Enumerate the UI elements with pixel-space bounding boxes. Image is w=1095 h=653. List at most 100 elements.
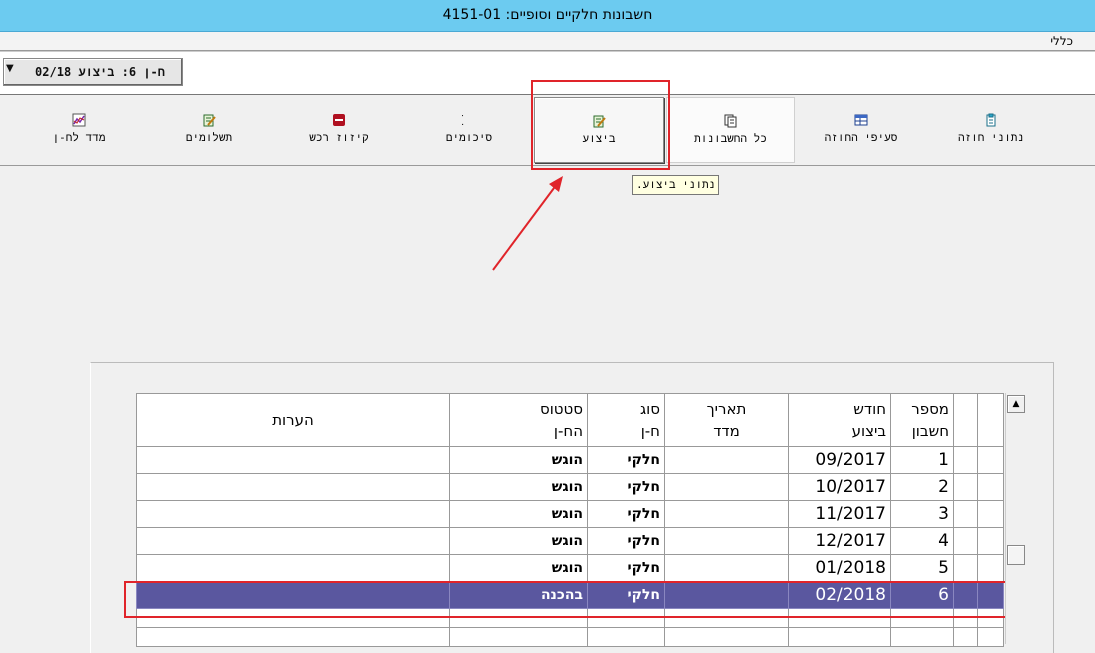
cell-notes[interactable] (136, 527, 450, 555)
cell-status[interactable]: בהכנה (449, 581, 588, 609)
table-row[interactable]: הוגש חלקי 10/2017 2 (136, 473, 1004, 501)
cell-empty[interactable] (587, 608, 665, 628)
cell-account-no[interactable]: 2 (890, 473, 954, 501)
all-accounts-button[interactable]: כל החשבונות (666, 97, 795, 163)
arrow-annotation-icon (492, 176, 563, 271)
property-deduction-button[interactable]: קיזוז רכש (274, 97, 404, 161)
table-row[interactable]: הוגש חלקי 12/2017 4 (136, 527, 1004, 555)
table-row[interactable]: הוגש חלקי 11/2017 3 (136, 500, 1004, 528)
scroll-thumb[interactable] (1007, 545, 1025, 565)
cell-exec-month[interactable]: 12/2017 (788, 527, 891, 555)
cell-blank (953, 527, 978, 555)
contract-data-label: נתוני חוזה (957, 131, 1025, 144)
header-status[interactable]: סטטוס הח-ן (449, 393, 588, 447)
cell-blank (953, 473, 978, 501)
cell-blank (953, 500, 978, 528)
summaries-button[interactable]: Σ סיכומים (404, 97, 534, 161)
cell-notes[interactable] (136, 446, 450, 474)
cell-account-no[interactable]: 6 (890, 581, 954, 609)
table-row[interactable]: הוגש חלקי 01/2018 5 (136, 554, 1004, 582)
cell-empty[interactable] (788, 608, 891, 628)
cell-status[interactable]: הוגש (449, 446, 588, 474)
cell-index-date[interactable] (664, 473, 789, 501)
window-title: חשבונות חלקיים וסופיים: 4151-01 (0, 0, 1095, 32)
cell-type[interactable]: חלקי (587, 500, 665, 528)
cell-blank (977, 554, 1004, 582)
svg-text:Σ: Σ (462, 114, 464, 127)
cell-empty (953, 608, 978, 628)
cell-status[interactable]: הוגש (449, 500, 588, 528)
cell-blank (977, 446, 1004, 474)
chevron-down-icon[interactable]: ▼ (6, 63, 14, 74)
cell-blank (953, 581, 978, 609)
account-selector-dropdown[interactable]: ▼ ח-ן 6: ביצוע 02/18 (3, 58, 183, 86)
execution-tooltip: נתוני ביצוע. (632, 175, 720, 195)
header-index-date[interactable]: תאריך מדד (664, 393, 789, 447)
cell-status[interactable]: הוגש (449, 554, 588, 582)
toolbar: נתוני חוזה סעיפי החוזה כל החשבונות ביצוע… (0, 95, 1095, 166)
contract-data-button[interactable]: נתוני חוזה (926, 97, 1056, 161)
header-notes[interactable]: הערות (136, 393, 450, 447)
edit-document-icon (203, 114, 216, 127)
cell-type[interactable]: חלקי (587, 554, 665, 582)
table-row-empty[interactable] (136, 608, 1004, 628)
cell-empty[interactable] (136, 608, 450, 628)
cell-index-date[interactable] (664, 527, 789, 555)
execution-button[interactable]: ביצוע (534, 97, 664, 163)
property-deduction-label: קיזוז רכש (309, 131, 369, 144)
cell-account-no[interactable]: 4 (890, 527, 954, 555)
cell-blank (977, 581, 1004, 609)
cell-index-date[interactable] (664, 500, 789, 528)
cell-empty[interactable] (890, 608, 954, 628)
cell-status[interactable]: הוגש (449, 527, 588, 555)
cell-notes[interactable] (136, 473, 450, 501)
index-account-button[interactable]: מדד לח-ן (14, 97, 144, 161)
cell-notes[interactable] (136, 554, 450, 582)
contract-items-label: סעיפי החוזה (824, 131, 898, 144)
cell-account-no[interactable]: 3 (890, 500, 954, 528)
cell-exec-month[interactable]: 10/2017 (788, 473, 891, 501)
header-blank-2 (977, 393, 1004, 447)
cell-blank (953, 554, 978, 582)
account-selector-strip: ▼ ח-ן 6: ביצוע 02/18 (0, 51, 1095, 95)
payments-button[interactable]: תשלומים (144, 97, 274, 161)
cell-exec-month[interactable]: 09/2017 (788, 446, 891, 474)
documents-stack-icon (724, 114, 736, 128)
table-row-selected[interactable]: בהכנה חלקי 02/2018 6 (136, 581, 1004, 609)
sigma-icon: Σ (462, 114, 464, 127)
cell-index-date[interactable] (664, 446, 789, 474)
cell-blank (977, 473, 1004, 501)
cell-empty[interactable] (449, 608, 588, 628)
cell-type[interactable]: חלקי (587, 473, 665, 501)
cell-notes[interactable] (136, 500, 450, 528)
stop-icon (333, 114, 345, 126)
header-account-no[interactable]: מספר חשבון (890, 393, 954, 447)
cell-status[interactable]: הוגש (449, 473, 588, 501)
header-exec-month[interactable]: חודש ביצוע (788, 393, 891, 447)
cell-account-no[interactable]: 1 (890, 446, 954, 474)
cell-exec-month[interactable]: 02/2018 (788, 581, 891, 609)
all-accounts-label: כל החשבונות (694, 132, 767, 145)
chart-icon (72, 113, 86, 127)
table-scrollbar[interactable]: ▲ (1005, 393, 1025, 644)
header-type[interactable]: סוג ח-ן (587, 393, 665, 447)
cell-exec-month[interactable]: 01/2018 (788, 554, 891, 582)
cell-type[interactable]: חלקי (587, 527, 665, 555)
cell-notes[interactable] (136, 581, 450, 609)
payments-label: תשלומים (185, 131, 233, 144)
cell-empty (977, 608, 1004, 628)
edit-document-icon (593, 115, 606, 128)
cell-exec-month[interactable]: 11/2017 (788, 500, 891, 528)
cell-index-date[interactable] (664, 581, 789, 609)
cell-type[interactable]: חלקי (587, 446, 665, 474)
execution-label: ביצוע (582, 132, 616, 145)
scroll-up-arrow-icon[interactable]: ▲ (1007, 395, 1025, 413)
cell-empty[interactable] (664, 608, 789, 628)
menu-general[interactable]: כללי (1050, 32, 1073, 50)
contract-items-button[interactable]: סעיפי החוזה (796, 97, 926, 161)
cell-type[interactable]: חלקי (587, 581, 665, 609)
cell-index-date[interactable] (664, 554, 789, 582)
cell-account-no[interactable]: 5 (890, 554, 954, 582)
table-row[interactable]: הוגש חלקי 09/2017 1 (136, 446, 1004, 474)
cell-blank (953, 446, 978, 474)
